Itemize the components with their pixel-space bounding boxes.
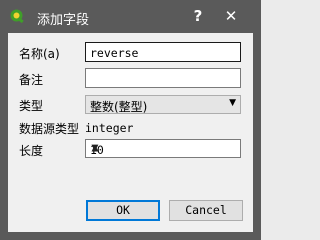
dialog-title: 添加字段 <box>37 13 90 28</box>
name-input-value: reverse <box>90 46 139 60</box>
comment-label: 备注 <box>19 73 44 87</box>
length-spinbox[interactable]: 10 ▲ ▼ <box>85 139 241 158</box>
type-label: 类型 <box>19 99 44 113</box>
length-label: 长度 <box>19 144 44 158</box>
dropdown-arrow-icon: ▼ <box>229 98 236 108</box>
cancel-button[interactable]: Cancel <box>169 200 243 221</box>
source-type-label: 数据源类型 <box>19 122 80 136</box>
window-frame-right <box>253 33 261 240</box>
comment-input[interactable] <box>85 68 241 88</box>
window-frame-bottom <box>0 232 261 240</box>
qgis-logo-icon <box>10 9 24 24</box>
name-label: 名称(a) <box>19 47 60 61</box>
source-type-value: integer <box>85 121 134 135</box>
title-bar[interactable]: 添加字段 ? ✕ <box>0 0 261 33</box>
close-button[interactable]: ✕ <box>222 6 240 26</box>
help-button[interactable]: ? <box>190 6 206 26</box>
name-input[interactable]: reverse <box>85 42 241 62</box>
ok-button[interactable]: OK <box>86 200 160 221</box>
window-frame-left <box>0 33 8 240</box>
type-select-value: 整数(整型) <box>90 100 148 114</box>
spin-down-icon[interactable]: ▼ <box>90 141 100 153</box>
type-select[interactable]: 整数(整型) ▼ <box>85 95 241 114</box>
